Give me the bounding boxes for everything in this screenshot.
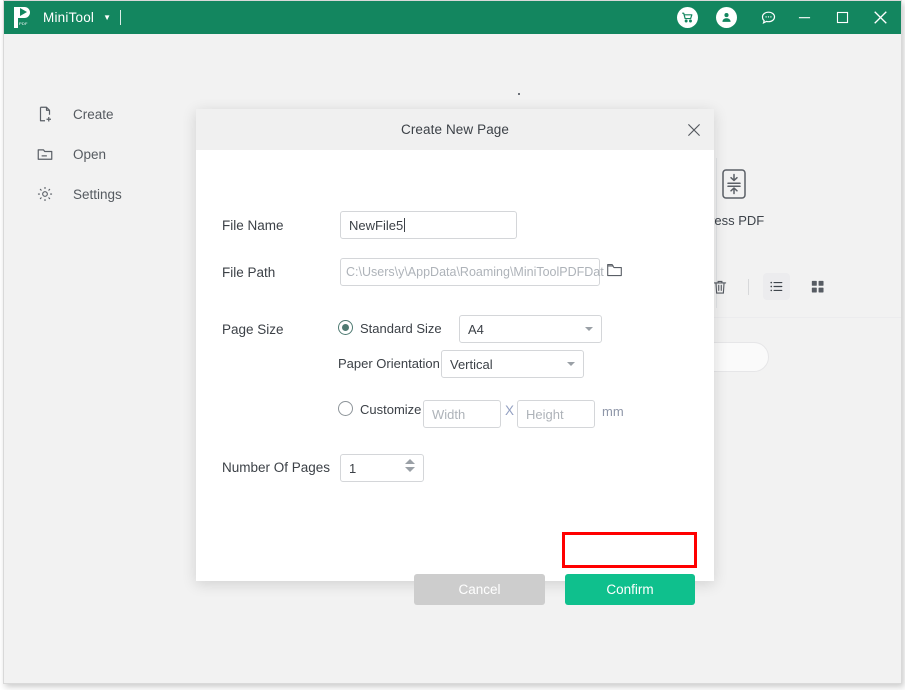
cancel-button[interactable]: Cancel [414,574,545,605]
compress-pdf-tool[interactable] [711,163,757,209]
customize-size-label: Customize [360,402,422,417]
window-controls [677,1,901,34]
file-name-value: NewFile5 [349,217,404,233]
sidebar-item-settings[interactable]: Settings [34,182,122,206]
background-artifact-dot [518,93,520,95]
folder-open-icon [34,143,56,165]
brand-label: MiniTool [43,10,95,25]
title-text-cursor [120,10,122,25]
caret-up-icon[interactable] [405,459,415,464]
caret-down-icon[interactable] [405,467,415,472]
shopping-cart-icon[interactable] [677,7,698,28]
custom-width-placeholder: Width [432,406,466,422]
compress-pdf-icon [717,167,751,206]
text-caret [404,218,406,232]
chat-bubble-icon[interactable] [755,1,781,34]
grid-view-icon[interactable] [804,273,831,300]
standard-size-label: Standard Size [360,321,442,336]
logo-badge-label: PDF [19,21,28,26]
page-size-value: A4 [468,321,484,337]
paper-orientation-label: Paper Orientation [338,356,440,371]
sidebar-item-open[interactable]: Open [34,142,106,166]
paper-orientation-select[interactable]: Vertical [441,350,584,378]
custom-height-placeholder: Height [526,406,564,422]
chevron-down-icon [567,362,575,366]
chevron-down-icon[interactable]: ▼ [103,13,111,22]
sidebar-item-create[interactable]: Create [34,102,114,126]
gear-icon [34,183,56,205]
toolbar-separator [748,278,749,295]
file-name-label: File Name [222,218,284,233]
file-path-input[interactable]: C:\Users\y\AppData\Roaming\MiniToolPDFDa… [340,258,604,286]
dialog-title: Create New Page [400,122,510,137]
user-account-icon[interactable] [716,7,737,28]
unit-label: mm [602,404,624,419]
confirm-button[interactable]: Confirm [565,574,695,605]
custom-width-input[interactable]: Width [423,400,501,428]
sidebar-item-label: Create [73,106,114,122]
folder-icon[interactable] [604,260,624,280]
dialog-header: Create New Page [196,109,714,150]
page-size-label: Page Size [222,322,284,337]
minimize-icon[interactable] [791,1,817,34]
stepper-arrows [405,459,415,472]
custom-height-input[interactable]: Height [517,400,595,428]
number-of-pages-value: 1 [349,460,357,476]
minitool-pdf-logo-icon: PDF [14,7,33,28]
new-document-icon [34,103,56,125]
list-view-icon[interactable] [763,273,790,300]
close-icon[interactable] [684,120,704,140]
file-path-label: File Path [222,265,276,280]
title-bar: PDF MiniTool ▼ [4,1,901,34]
sidebar-item-label: Settings [73,186,122,202]
dialog-body: File Name NewFile5 File Path C:\Users\y\… [196,150,714,605]
file-name-input[interactable]: NewFile5 [340,211,517,239]
close-icon[interactable] [867,1,893,34]
maximize-icon[interactable] [829,1,855,34]
number-of-pages-label: Number Of Pages [222,460,331,475]
dimension-separator: X [505,403,515,418]
file-path-placeholder: C:\Users\y\AppData\Roaming\MiniToolPDFDa… [346,265,604,279]
chevron-down-icon [585,327,593,331]
sidebar-item-label: Open [73,146,107,162]
customize-size-radio[interactable] [338,401,353,416]
paper-orientation-value: Vertical [450,356,493,372]
page-size-select[interactable]: A4 [459,315,602,343]
create-new-page-dialog: Create New Page File Name NewFile5 File … [196,109,714,605]
number-of-pages-stepper[interactable]: 1 [340,454,424,482]
sidebar: Create Open Settings [4,34,182,683]
app-window: PDF MiniTool ▼ Create Open Settings mpre… [3,0,902,684]
standard-size-radio[interactable] [338,320,353,335]
